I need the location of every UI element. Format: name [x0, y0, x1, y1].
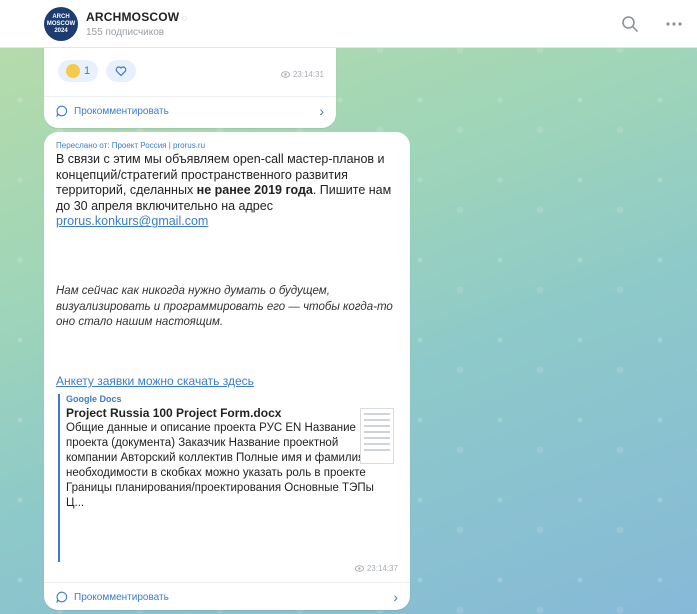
- comment-button[interactable]: Прокомментировать ›: [44, 98, 336, 124]
- emoji-icon: [66, 64, 80, 78]
- chevron-right-icon: ›: [319, 103, 324, 119]
- comment-icon: [56, 591, 68, 603]
- preview-title: Project Russia 100 Project Form.docx: [66, 406, 282, 420]
- add-reaction-button[interactable]: [106, 60, 137, 82]
- chat-header: ARCH MOSCOW 2024 ARCHMOSCOW ◌ 155 подписч…: [0, 0, 697, 48]
- message-bubble: 1 23:14:31 Прокомментировать ›: [44, 48, 336, 128]
- avatar-text: ARCH MOSCOW 2024: [46, 13, 76, 34]
- document-thumbnail: [360, 408, 394, 464]
- message-bubble: Переслано от: Проект Россия | prorus.ru …: [44, 132, 410, 610]
- message-meta: 23:14:37: [354, 564, 398, 573]
- divider: [44, 96, 336, 97]
- apply-form-link[interactable]: Анкету заявки можно скачать здесь: [56, 374, 254, 388]
- comment-button[interactable]: Прокомментировать ›: [44, 584, 410, 610]
- search-icon[interactable]: [619, 13, 641, 35]
- subscriber-count: 155 подписчиков: [86, 27, 165, 38]
- more-icon[interactable]: [663, 13, 685, 35]
- preview-description: Общие данные и описание проекта РУС EN Н…: [66, 422, 390, 509]
- comment-icon: [56, 105, 68, 117]
- muted-icon: ◌: [181, 13, 188, 24]
- chevron-right-icon: ›: [393, 589, 398, 605]
- channel-info[interactable]: ARCHMOSCOW ◌ 155 подписчиков: [86, 10, 187, 38]
- message-italic-text: Нам сейчас как никогда нужно думать о бу…: [56, 285, 393, 328]
- channel-avatar[interactable]: ARCH MOSCOW 2024: [44, 7, 78, 41]
- views-icon: [280, 71, 290, 78]
- divider: [44, 582, 410, 583]
- reactions: 1: [58, 60, 137, 82]
- reaction-button[interactable]: 1: [58, 60, 99, 82]
- forwarded-from[interactable]: Переслано от: Проект Россия | prorus.ru: [56, 141, 205, 150]
- heart-icon: [115, 66, 127, 77]
- channel-title: ARCHMOSCOW ◌: [86, 10, 188, 24]
- message-meta: 23:14:31: [280, 70, 324, 79]
- preview-source: Google Docs: [66, 394, 122, 404]
- views-icon: [354, 565, 364, 572]
- email-link[interactable]: prorus.konkurs@gmail.com: [56, 214, 208, 228]
- message-text: В связи с этим мы объявляем open-call ма…: [56, 152, 392, 229]
- link-preview[interactable]: Google Docs Project Russia 100 Project F…: [58, 394, 398, 562]
